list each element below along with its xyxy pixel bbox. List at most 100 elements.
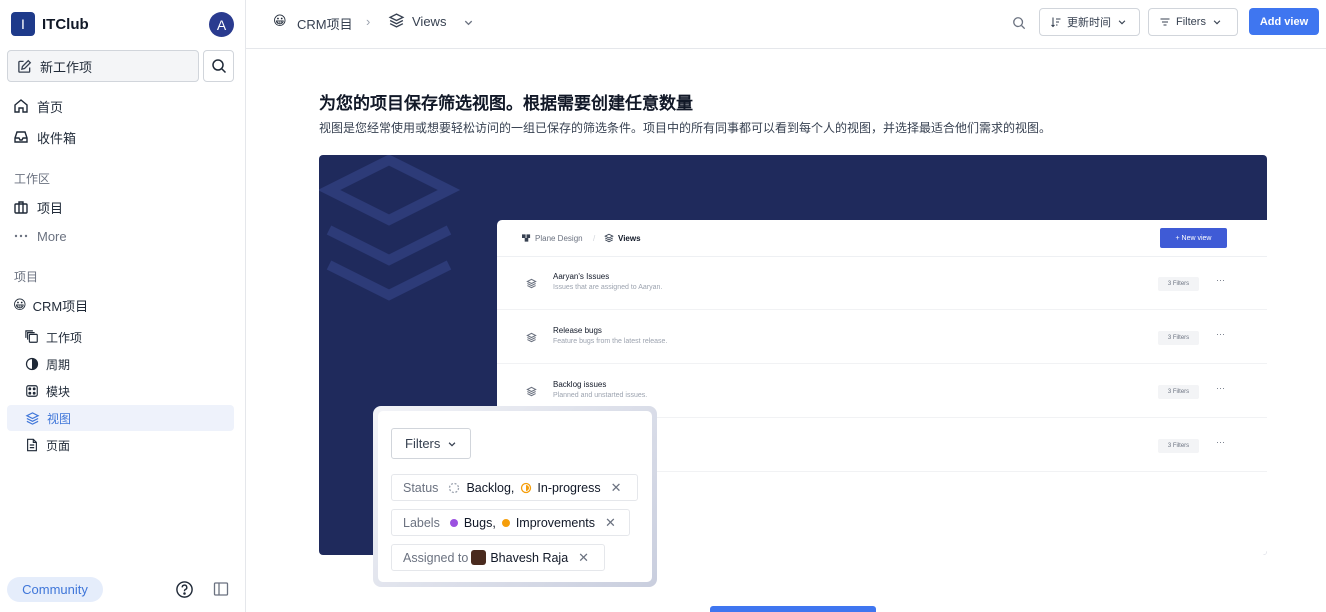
preview-view-description: Feature bugs from the latest release. [553, 338, 668, 345]
preview-new-view-button: + New view [1160, 228, 1227, 248]
add-view-button[interactable]: Add view [1249, 8, 1319, 35]
backlog-status-icon [449, 482, 460, 493]
filters-preview-card: Filters Status Backlog, In-progress ✕ La… [378, 411, 652, 582]
inbox-icon [14, 131, 28, 143]
sort-label: 更新时间 [1067, 17, 1111, 29]
new-work-item-button[interactable]: 新工作项 [7, 50, 199, 82]
search-icon [211, 59, 226, 74]
sidebar-project-crm[interactable]: 😀 CRM项目 [7, 292, 234, 318]
preview-filters-label: Filters [405, 436, 441, 451]
sidebar-item-label: 视图 [47, 411, 72, 426]
more-horizontal-icon: ··· [1216, 275, 1225, 285]
preview-filter-count-badge: 3 Filters [1158, 385, 1199, 399]
close-icon: ✕ [605, 514, 616, 530]
filters-dropdown[interactable]: Filters [1148, 8, 1238, 36]
sort-icon [1051, 17, 1061, 28]
preview-breadcrumb-project: Plane Design [535, 234, 583, 243]
preview-view-name: Release bugs [553, 326, 602, 335]
sidebar-item-label: 周期 [46, 357, 71, 372]
filter-lines-icon [1160, 18, 1170, 26]
close-icon: ✕ [610, 479, 622, 495]
sidebar-item-views[interactable]: 视图 [7, 405, 234, 431]
briefcase-icon [14, 201, 28, 214]
preview-filter-count-badge: 3 Filters [1158, 439, 1199, 453]
chip-key: Assigned to [403, 550, 469, 565]
preview-view-description: Planned and unstarted issues. [553, 392, 648, 399]
layers-icon [526, 386, 537, 397]
new-work-item-label: 新工作项 [40, 59, 93, 75]
chevron-down-icon [1118, 20, 1126, 25]
sidebar-item-more[interactable]: More [7, 223, 234, 249]
preview-filters-button: Filters [391, 428, 471, 459]
help-icon[interactable] [175, 580, 194, 599]
breadcrumb-views[interactable]: Views [412, 14, 446, 29]
empty-state-title: 为您的项目保存筛选视图。根据需要创建任意数量 [319, 94, 693, 113]
preview-filter-count-badge: 3 Filters [1158, 331, 1199, 345]
sidebar-item-label: 模块 [46, 384, 71, 399]
chevron-down-icon [1213, 20, 1221, 25]
community-button[interactable]: Community [7, 577, 103, 602]
edit-icon [18, 59, 32, 73]
user-avatar[interactable]: A [209, 12, 234, 37]
in-progress-status-icon [521, 482, 532, 493]
top-header: 😀 CRM项目 › Views 更新时间 Filters Add view [246, 0, 1326, 49]
labels-filter-chip: Labels Bugs, Improvements ✕ [391, 509, 630, 536]
sidebar-item-work-items[interactable]: 工作项 [7, 324, 234, 350]
preview-view-row: Release bugs Feature bugs from the lates… [497, 311, 1267, 364]
preview-view-name: Backlog issues [553, 380, 607, 389]
more-horizontal-icon: ··· [1216, 383, 1225, 393]
sidebar-item-inbox[interactable]: 收件箱 [7, 124, 234, 150]
chevron-down-icon[interactable] [463, 17, 474, 28]
projects-section-label: 项目 [14, 270, 39, 284]
sort-dropdown[interactable]: 更新时间 [1039, 8, 1140, 36]
label-color-dot [449, 518, 458, 527]
breadcrumb-separator: › [366, 14, 371, 29]
preview-header: Plane Design / Views + New view [497, 220, 1267, 257]
assignee-avatar [471, 550, 487, 565]
workspace-section-label: 工作区 [14, 172, 51, 186]
chip-value: Backlog, [466, 480, 515, 495]
project-emoji: 😀 [273, 13, 287, 28]
filters-preview-panel: Filters Status Backlog, In-progress ✕ La… [373, 406, 657, 587]
sidebar-item-projects[interactable]: 项目 [7, 194, 234, 220]
label-color-dot [501, 518, 510, 527]
plane-logo-icon [522, 234, 531, 242]
create-view-button[interactable] [710, 606, 876, 612]
app-root: I ITClub A 新工作项 首页 收件箱 工作区 项目 More 项目 😀 … [0, 0, 1326, 612]
preview-breadcrumb-views: Views [618, 234, 641, 243]
chip-key: Labels [403, 515, 440, 530]
sidebar-item-pages[interactable]: 页面 [7, 432, 234, 458]
preview-breadcrumb-separator: / [593, 234, 596, 243]
sidebar-search-button[interactable] [203, 50, 234, 82]
chip-value: Improvements [515, 515, 596, 530]
workspace-logo: I [11, 12, 35, 36]
layers-icon [526, 332, 537, 343]
status-filter-chip: Status Backlog, In-progress ✕ [391, 474, 638, 501]
layers-icon [388, 13, 405, 28]
layers-icon [604, 233, 614, 243]
more-horizontal-icon: ··· [1216, 329, 1225, 339]
close-icon: ✕ [578, 549, 590, 565]
chip-value: In-progress [537, 480, 601, 495]
more-horizontal-icon: ··· [1216, 437, 1225, 447]
sidebar-collapse-icon[interactable] [213, 581, 229, 597]
layers-icon [526, 278, 537, 289]
sidebar-item-cycles[interactable]: 周期 [7, 351, 234, 377]
workspace-switcher[interactable]: I ITClub [11, 12, 235, 36]
chevron-down-icon [449, 441, 456, 447]
workspace-name: ITClub [42, 15, 89, 33]
project-emoji: 😀 [13, 297, 27, 312]
search-icon[interactable] [1012, 16, 1026, 30]
sidebar-item-home[interactable]: 首页 [7, 93, 234, 119]
sidebar-item-label: 页面 [46, 438, 71, 453]
page-icon [27, 438, 37, 452]
cycle-icon [25, 357, 39, 371]
assignee-filter-chip: Assigned to Bhavesh Raja ✕ [391, 544, 605, 571]
home-icon [14, 99, 28, 113]
sidebar-item-modules[interactable]: 模块 [7, 378, 234, 404]
sidebar-item-label: More [37, 228, 67, 244]
chip-key: Status [403, 480, 439, 495]
filters-label: Filters [1176, 16, 1206, 28]
layers-decoration-icon [319, 155, 461, 301]
breadcrumb-project[interactable]: CRM项目 [297, 14, 353, 33]
